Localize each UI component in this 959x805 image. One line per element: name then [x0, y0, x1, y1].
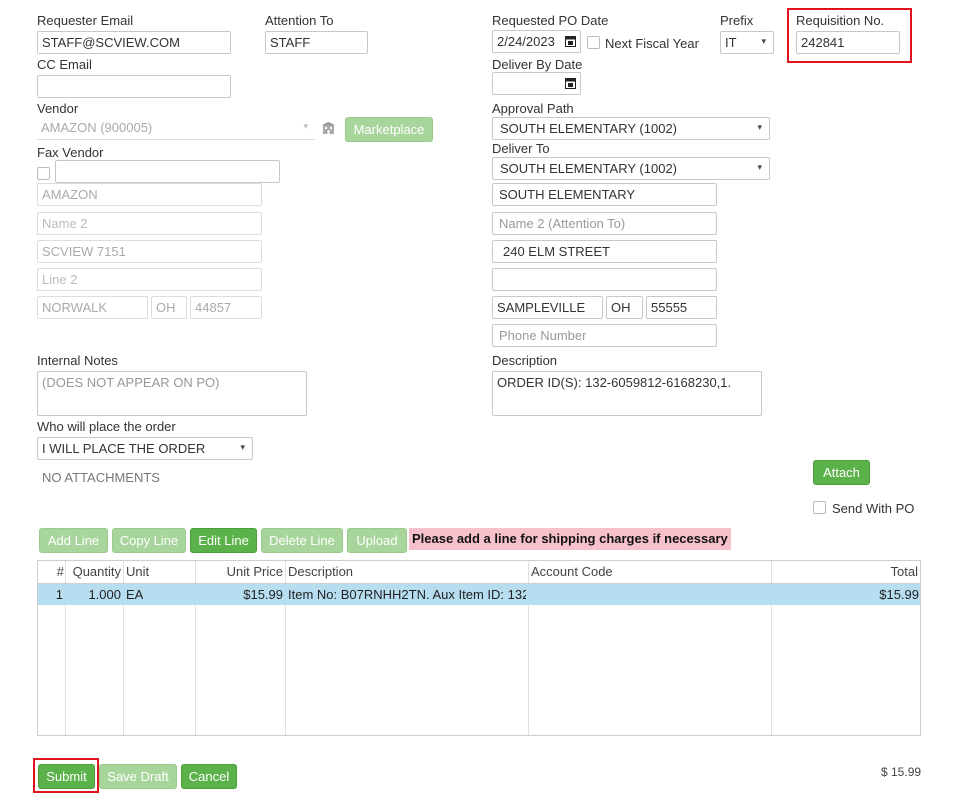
deliver-phone-input[interactable]: Phone Number — [492, 324, 717, 347]
col-header-number[interactable]: # — [38, 561, 64, 583]
requisition-no-label: Requisition No. — [796, 13, 885, 28]
description-textarea[interactable]: ORDER ID(S): 132-6059812-6168230,1. — [492, 371, 762, 416]
requester-email-input[interactable]: STAFF@SCVIEW.COM — [37, 31, 231, 54]
deliver-line2-input[interactable] — [492, 268, 717, 291]
description-label: Description — [492, 353, 558, 368]
calendar-icon[interactable] — [565, 35, 576, 50]
vendor-zip-field: 44857 — [190, 296, 262, 319]
cell-account-code — [531, 584, 769, 605]
approval-path-select[interactable]: SOUTH ELEMENTARY (1002) ▾ — [492, 117, 770, 140]
attention-to-input[interactable]: STAFF — [265, 31, 368, 54]
requested-po-date-label: Requested PO Date — [492, 13, 609, 28]
deliver-line1-input[interactable]: 240 ELM STREET — [492, 240, 717, 263]
vendor-label: Vendor — [37, 101, 79, 116]
chevron-down-icon: ▾ — [303, 121, 308, 131]
col-header-total[interactable]: Total — [772, 561, 918, 583]
cc-email-label: CC Email — [37, 57, 92, 72]
col-header-description[interactable]: Description — [288, 561, 353, 583]
save-draft-button[interactable]: Save Draft — [99, 764, 177, 789]
internal-notes-textarea[interactable]: (DOES NOT APPEAR ON PO) — [37, 371, 307, 416]
requester-email-label: Requester Email — [37, 13, 134, 28]
vendor-value: AMAZON (900005) — [41, 120, 153, 135]
vendor-line2-field: Line 2 — [37, 268, 262, 291]
next-fiscal-year-checkbox[interactable] — [587, 36, 600, 49]
next-fiscal-year-label: Next Fiscal Year — [605, 36, 699, 51]
submit-button[interactable]: Submit — [38, 764, 95, 789]
copy-line-button[interactable]: Copy Line — [112, 528, 186, 553]
building-icon[interactable] — [322, 122, 335, 134]
upload-button[interactable]: Upload — [347, 528, 407, 553]
approval-path-value: SOUTH ELEMENTARY (1002) — [500, 121, 677, 136]
marketplace-button[interactable]: Marketplace — [345, 117, 433, 142]
col-header-quantity[interactable]: Quantity — [66, 561, 121, 583]
requested-po-date-input[interactable]: 2/24/2023 — [492, 30, 581, 53]
vendor-select: AMAZON (900005) ▾ — [37, 117, 315, 140]
table-row[interactable]: 1 1.000 EA $15.99 Item No: B07RNHH2TN. A… — [38, 584, 920, 605]
order-placer-select[interactable]: I WILL PLACE THE ORDER ▾ — [37, 437, 253, 460]
deliver-name-input[interactable]: SOUTH ELEMENTARY — [492, 183, 717, 206]
deliver-to-select[interactable]: SOUTH ELEMENTARY (1002) ▾ — [492, 157, 770, 180]
deliver-by-date-input[interactable] — [492, 72, 581, 95]
prefix-value: IT — [725, 35, 737, 50]
delete-line-button[interactable]: Delete Line — [261, 528, 343, 553]
deliver-to-value: SOUTH ELEMENTARY (1002) — [500, 161, 677, 176]
col-header-unit[interactable]: Unit — [126, 561, 149, 583]
col-header-unit-price[interactable]: Unit Price — [196, 561, 283, 583]
cell-quantity: 1.000 — [88, 587, 121, 602]
add-line-button[interactable]: Add Line — [39, 528, 108, 553]
cell-description: Item No: B07RNHH2TN. Aux Item ID: 132... — [288, 587, 526, 602]
order-placer-value: I WILL PLACE THE ORDER — [42, 441, 206, 456]
deliver-city-input[interactable]: SAMPLEVILLE — [492, 296, 603, 319]
calendar-icon[interactable] — [565, 77, 576, 92]
deliver-by-date-label: Deliver By Date — [492, 57, 583, 72]
cc-email-input[interactable] — [37, 75, 231, 98]
cell-unit: EA — [126, 587, 144, 602]
deliver-state-input[interactable]: OH — [606, 296, 643, 319]
cell-unit-price: $15.99 — [243, 587, 283, 602]
send-with-po-label: Send With PO — [832, 501, 915, 516]
deliver-zip-input[interactable]: 55555 — [646, 296, 717, 319]
attach-button[interactable]: Attach — [813, 460, 870, 485]
chevron-down-icon: ▾ — [757, 122, 762, 132]
edit-line-button[interactable]: Edit Line — [190, 528, 257, 553]
deliver-to-label: Deliver To — [492, 141, 550, 156]
cell-total: $15.99 — [879, 587, 919, 602]
deliver-name2-input[interactable]: Name 2 (Attention To) — [492, 212, 717, 235]
internal-notes-label: Internal Notes — [37, 353, 118, 368]
col-header-account-code[interactable]: Account Code — [531, 561, 613, 583]
lines-grid: # Quantity Unit Unit Price Description A… — [37, 560, 921, 736]
vendor-line1-field: SCVIEW 7151 — [37, 240, 262, 263]
po-date-value: 2/24/2023 — [497, 34, 555, 49]
fax-vendor-checkbox[interactable] — [37, 167, 50, 180]
approval-path-label: Approval Path — [492, 101, 574, 116]
send-with-po-checkbox[interactable] — [813, 501, 826, 514]
chevron-down-icon: ▾ — [240, 442, 245, 452]
cancel-button[interactable]: Cancel — [181, 764, 237, 789]
prefix-label: Prefix — [720, 13, 754, 28]
chevron-down-icon: ▾ — [757, 162, 762, 172]
cell-number: 1 — [55, 587, 63, 602]
vendor-city-field: NORWALK — [37, 296, 148, 319]
vendor-state-field: OH — [151, 296, 187, 319]
shipping-notice: Please add a line for shipping charges i… — [409, 528, 731, 550]
requisition-no-input[interactable]: 242841 — [796, 31, 900, 54]
vendor-name-field: AMAZON — [37, 183, 262, 206]
order-placer-label: Who will place the order — [37, 419, 176, 434]
vendor-name2-field: Name 2 — [37, 212, 262, 235]
fax-vendor-input[interactable] — [55, 160, 280, 183]
prefix-select[interactable]: IT ▾ — [720, 31, 774, 54]
grand-total: $ 15.99 — [881, 765, 922, 779]
fax-vendor-label: Fax Vendor — [37, 145, 104, 160]
chevron-down-icon: ▾ — [761, 36, 766, 46]
attention-to-label: Attention To — [265, 13, 334, 28]
no-attachments-text: NO ATTACHMENTS — [42, 470, 160, 485]
